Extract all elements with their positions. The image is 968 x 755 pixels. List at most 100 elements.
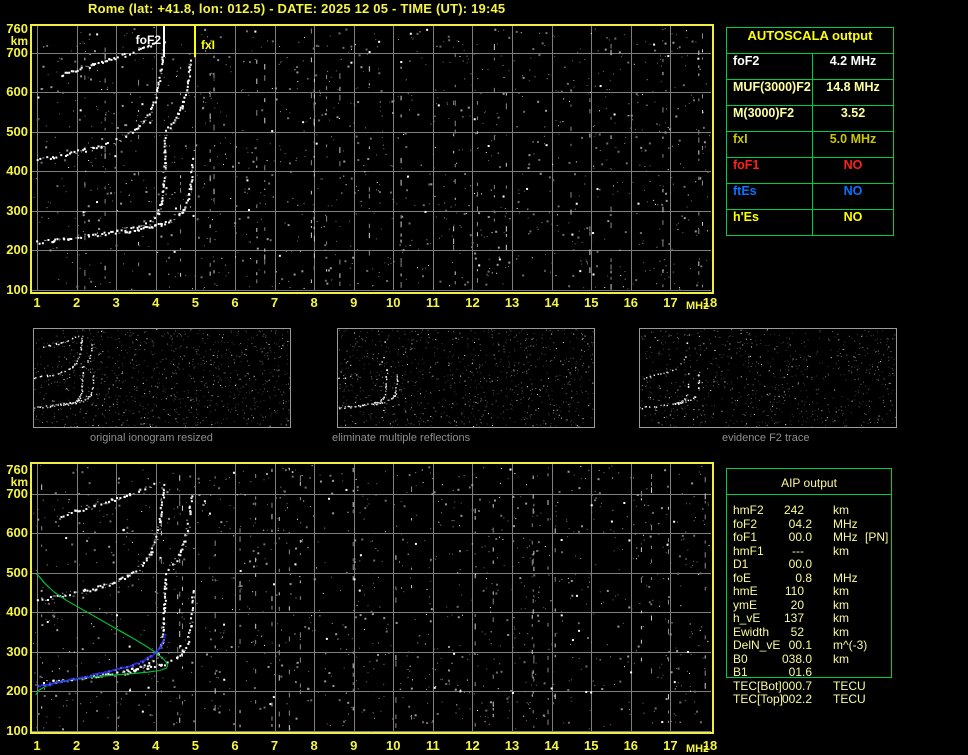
autoscala-row-ftes: ftEs NO: [727, 184, 893, 210]
aip-value: 20: [790, 597, 804, 612]
autoscala-row-label: fxI: [727, 132, 813, 157]
aip-label: TEC[Top]: [733, 692, 784, 706]
aip-header-separator: [726, 494, 892, 495]
y-tick-label: 500: [6, 123, 28, 139]
autoscala-row-label: M(3000)F2: [727, 106, 813, 131]
aip-row-hmf1: hmF1 --- km: [726, 543, 892, 558]
aip-value: 00.1: [788, 638, 812, 652]
y-tick-label: 600: [6, 84, 28, 100]
y-tick-label: 100: [6, 722, 28, 738]
x-tick-label: 2: [72, 295, 81, 310]
aip-value: ---: [792, 543, 804, 558]
x-tick-label: 14: [544, 738, 559, 753]
x-tick-label: 12: [465, 295, 480, 310]
x-tick-label: 6: [231, 295, 239, 310]
y-tick-label: 100: [6, 281, 28, 297]
x-tick-label: 7: [270, 295, 279, 310]
aip-unit: km: [833, 503, 849, 517]
x-axis-unit: MHz: [686, 300, 709, 312]
autoscala-row-label: MUF(3000)F2: [727, 80, 813, 105]
x-tick-label: 7: [270, 738, 279, 753]
aip-value: 00.0: [788, 530, 812, 544]
y-tick-label: 200: [6, 242, 28, 258]
x-tick-label: 15: [583, 738, 599, 753]
aip-unit: km: [833, 543, 849, 558]
aip-row-fof2: foF2 04.2 MHz: [726, 516, 892, 531]
aip-value: 01.6: [788, 665, 812, 679]
autoscala-row-value: 5.0 MHz: [829, 132, 877, 146]
aip-label: ymE: [733, 597, 757, 612]
aip-value: 002.2: [781, 692, 812, 706]
x-tick-label: 14: [544, 295, 559, 310]
aip-label: hmE: [733, 584, 758, 598]
aip-label: foF1: [733, 530, 758, 544]
thumbnail-canvas: [34, 329, 290, 427]
autoscala-row-value: NO: [843, 210, 863, 224]
aip-label: B1: [733, 665, 748, 679]
x-tick-label: 6: [231, 738, 239, 753]
x-tick-label: 8: [310, 738, 318, 753]
fxI-marker-label: fxI: [201, 38, 216, 52]
x-tick-label: 13: [504, 738, 520, 753]
aip-label: D1: [733, 557, 749, 571]
bottom-ionogram-canvas: [30, 462, 714, 734]
aip-unit: km: [833, 584, 849, 598]
aip-value: 110: [784, 584, 804, 598]
thumbnail-original-ionogram: [33, 328, 291, 428]
autoscala-row-fof2: foF2 4.2 MHz: [727, 54, 893, 80]
x-tick-label: 11: [426, 295, 440, 310]
x-tick-label: 1: [33, 738, 41, 753]
aip-unit: km: [833, 597, 849, 612]
x-tick-label: 12: [465, 738, 480, 753]
autoscala-row-fof1: foF1 NO: [727, 158, 893, 184]
aip-unit: MHz: [833, 570, 858, 585]
x-tick-label: 4: [152, 738, 160, 753]
aip-value: 52: [790, 624, 804, 639]
aip-unit: MHz: [833, 516, 858, 531]
thumbnail-canvas: [338, 329, 594, 427]
x-tick-label: 1: [33, 295, 41, 310]
aip-value: 04.2: [788, 516, 812, 531]
aip-extra: [PN]: [865, 530, 889, 544]
aip-row-fof1: foF1 00.0 MHz [PN]: [726, 530, 892, 544]
aip-unit: MHz: [833, 530, 858, 544]
aip-row-d1: D1 00.0: [726, 557, 892, 571]
aip-value: 242: [783, 503, 804, 517]
aip-label: foE: [733, 570, 752, 585]
y-tick-label: 600: [6, 525, 28, 541]
aip-label: h_vE: [733, 611, 761, 625]
autoscala-row-value: 3.52: [840, 106, 866, 120]
top-ionogram-canvas: [30, 24, 714, 294]
autoscala-row-label: ftEs: [727, 184, 813, 209]
aip-row-yme: ymE 20 km: [726, 597, 892, 612]
aip-row-delnve: DelN_vE 00.1 m^(-3): [726, 638, 892, 652]
thumbnail-caption: original ionogram resized: [90, 432, 213, 444]
y-tick-label: 300: [6, 643, 28, 659]
aip-row-hve: h_vE 137 km: [726, 611, 892, 625]
y-axis-unit: km: [10, 34, 28, 48]
x-tick-label: 2: [72, 738, 81, 753]
autoscala-row-value: 4.2 MHz: [829, 54, 877, 68]
aip-unit: m^(-3): [833, 638, 868, 652]
thumbnail-caption: evidence F2 trace: [722, 432, 810, 444]
autoscala-row-value: NO: [843, 184, 863, 198]
x-tick-label: 8: [310, 295, 318, 310]
thumbnail-caption: eliminate multiple reflections: [332, 432, 471, 444]
aip-unit: TECU: [833, 692, 866, 706]
aip-label: B0: [733, 651, 748, 666]
thumbnail-canvas: [640, 329, 896, 427]
page-title: Rome (lat: +41.8, lon: 012.5) - DATE: 20…: [88, 1, 506, 16]
aip-value: 038.0: [781, 651, 812, 666]
autoscala-row-label: foF1: [727, 158, 813, 183]
x-tick-label: 9: [350, 295, 358, 310]
aip-row-b0: B0 038.0 km: [726, 651, 892, 666]
x-tick-label: 16: [623, 295, 639, 310]
x-tick-label: 10: [386, 738, 401, 753]
y-tick-label: 400: [6, 604, 28, 620]
x-tick-label: 9: [350, 738, 358, 753]
x-axis-unit: MHz: [686, 743, 709, 755]
aip-value: 137: [783, 611, 804, 625]
x-tick-label: 13: [504, 295, 520, 310]
x-tick-label: 17: [663, 738, 678, 753]
x-tick-label: 15: [583, 295, 599, 310]
